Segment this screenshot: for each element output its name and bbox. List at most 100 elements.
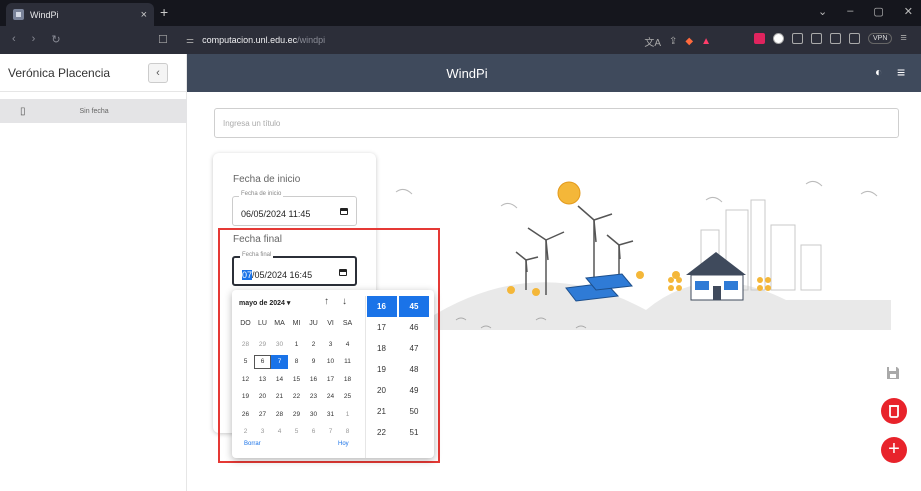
calendar-day[interactable]: 4 bbox=[271, 425, 288, 439]
calendar-day[interactable]: 15 bbox=[288, 373, 305, 387]
calendar-day[interactable]: 8 bbox=[339, 425, 356, 439]
theme-toggle-icon[interactable]: ◐ bbox=[875, 65, 882, 79]
minute-option[interactable]: 48 bbox=[399, 359, 429, 380]
calendar-day[interactable]: 4 bbox=[339, 338, 356, 352]
hour-option[interactable]: 21 bbox=[367, 401, 397, 422]
add-button[interactable]: + bbox=[881, 437, 907, 463]
minute-option[interactable]: 47 bbox=[399, 338, 429, 359]
calendar-day[interactable]: 30 bbox=[305, 408, 322, 422]
calendar-day[interactable]: 28 bbox=[237, 338, 254, 352]
hour-column: 16 17 18 19 20 21 22 bbox=[365, 296, 397, 458]
month-selector[interactable]: mayo de 2024 ▾ bbox=[239, 299, 290, 307]
extension-m-icon[interactable] bbox=[754, 32, 765, 44]
calendar-day[interactable]: 19 bbox=[237, 390, 254, 404]
calendar-icon[interactable] bbox=[340, 208, 348, 215]
calendar-day[interactable]: 11 bbox=[339, 355, 356, 369]
today-button[interactable]: Hoy bbox=[338, 441, 349, 447]
url-field[interactable]: ⚌ computacion.unl.edu.ec/windpi 文A ⇪ ◆ ▲ bbox=[180, 30, 725, 50]
calendar-day[interactable]: 1 bbox=[339, 408, 356, 422]
calendar-day[interactable]: 23 bbox=[305, 390, 322, 404]
calendar-day[interactable]: 10 bbox=[322, 355, 339, 369]
collapse-sidebar-button[interactable]: ‹ bbox=[148, 62, 168, 83]
extensions-icon[interactable] bbox=[811, 32, 822, 44]
browser-tab[interactable]: WindPi × bbox=[6, 3, 154, 26]
sidebar: Verónica Placencia ‹ ▯ Sin fecha bbox=[0, 54, 187, 491]
minimize-icon[interactable]: – bbox=[847, 5, 853, 18]
calendar-day[interactable]: 8 bbox=[288, 355, 305, 369]
calendar-day[interactable]: 7 bbox=[271, 355, 288, 370]
calendar-day[interactable]: 26 bbox=[237, 408, 254, 422]
hour-option[interactable]: 17 bbox=[367, 317, 397, 338]
minute-option[interactable]: 50 bbox=[399, 401, 429, 422]
calendar-day[interactable]: 7 bbox=[322, 425, 339, 439]
hour-option[interactable]: 22 bbox=[367, 422, 397, 443]
calendar-day[interactable]: 2 bbox=[305, 338, 322, 352]
calendar-day[interactable]: 18 bbox=[339, 373, 356, 387]
minute-option[interactable]: 45 bbox=[399, 296, 429, 317]
calendar-day[interactable]: 28 bbox=[271, 408, 288, 422]
start-date-field[interactable]: Fecha de inicio 06/05/2024 11:45 bbox=[232, 191, 357, 226]
calendar-day[interactable]: 16 bbox=[305, 373, 322, 387]
minute-option[interactable]: 46 bbox=[399, 317, 429, 338]
title-input[interactable] bbox=[214, 108, 899, 138]
site-settings-icon[interactable]: ⚌ bbox=[186, 35, 194, 46]
close-window-icon[interactable]: ✕ bbox=[904, 5, 913, 18]
calendar-day[interactable]: 5 bbox=[237, 355, 254, 369]
vpn-button[interactable]: VPN bbox=[868, 32, 893, 44]
calendar-day[interactable]: 6 bbox=[254, 355, 271, 370]
tab-close-icon[interactable]: × bbox=[141, 9, 147, 21]
calendar-day[interactable]: 6 bbox=[305, 425, 322, 439]
delete-button[interactable] bbox=[881, 398, 907, 424]
calendar-day[interactable]: 17 bbox=[322, 373, 339, 387]
save-icon[interactable] bbox=[885, 365, 901, 381]
calendar-day[interactable]: 24 bbox=[322, 390, 339, 404]
share-icon[interactable]: ⇪ bbox=[669, 36, 677, 47]
arrow-up-icon[interactable]: ↑ bbox=[324, 296, 329, 307]
forward-icon[interactable]: › bbox=[32, 33, 36, 46]
translate-icon[interactable]: 文A bbox=[644, 34, 661, 49]
extension-box-icon[interactable] bbox=[792, 32, 803, 44]
bookmark-icon: ▯ bbox=[20, 105, 26, 117]
hour-option[interactable]: 16 bbox=[366, 296, 397, 317]
wallet-icon[interactable] bbox=[849, 32, 860, 44]
sidebar-toggle-icon[interactable] bbox=[830, 32, 841, 44]
calendar-day[interactable]: 14 bbox=[271, 373, 288, 387]
sidebar-item-note[interactable]: ▯ Sin fecha bbox=[0, 99, 187, 123]
back-icon[interactable]: ‹ bbox=[12, 33, 16, 46]
calendar-day[interactable]: 20 bbox=[254, 390, 271, 404]
clear-button[interactable]: Borrar bbox=[244, 441, 261, 447]
minute-option[interactable]: 49 bbox=[399, 380, 429, 401]
calendar-day[interactable]: 9 bbox=[305, 355, 322, 369]
calendar-day[interactable]: 21 bbox=[271, 390, 288, 404]
calendar-day[interactable]: 3 bbox=[322, 338, 339, 352]
menu-icon[interactable]: ≡ bbox=[897, 64, 905, 80]
calendar-day[interactable]: 1 bbox=[288, 338, 305, 352]
calendar-day[interactable]: 2 bbox=[237, 425, 254, 439]
chevron-down-icon[interactable]: ⌄ bbox=[818, 5, 827, 18]
calendar-day[interactable]: 31 bbox=[322, 408, 339, 422]
sidebar-item-label: Sin fecha bbox=[79, 107, 109, 115]
extension-g-icon[interactable] bbox=[773, 32, 784, 44]
calendar-day[interactable]: 30 bbox=[271, 338, 288, 352]
calendar-day[interactable]: 22 bbox=[288, 390, 305, 404]
rewards-icon[interactable]: ▲ bbox=[701, 36, 711, 47]
calendar-day[interactable]: 27 bbox=[254, 408, 271, 422]
new-tab-icon[interactable]: + bbox=[160, 4, 168, 20]
calendar-day[interactable]: 13 bbox=[254, 373, 271, 387]
arrow-down-icon[interactable]: ↓ bbox=[342, 296, 347, 307]
calendar-day[interactable]: 12 bbox=[237, 373, 254, 387]
shield-icon[interactable]: ◆ bbox=[685, 36, 693, 47]
calendar-day[interactable]: 3 bbox=[254, 425, 271, 439]
browser-menu-icon[interactable]: ≡ bbox=[900, 32, 906, 44]
minute-option[interactable]: 51 bbox=[399, 422, 429, 443]
hour-option[interactable]: 20 bbox=[367, 380, 397, 401]
calendar-day[interactable]: 29 bbox=[288, 408, 305, 422]
calendar-day[interactable]: 25 bbox=[339, 390, 356, 404]
calendar-day[interactable]: 29 bbox=[254, 338, 271, 352]
hour-option[interactable]: 18 bbox=[367, 338, 397, 359]
bookmark-page-icon[interactable]: ☐ bbox=[158, 33, 168, 46]
hour-option[interactable]: 19 bbox=[367, 359, 397, 380]
calendar-day[interactable]: 5 bbox=[288, 425, 305, 439]
reload-icon[interactable]: ↻ bbox=[51, 33, 60, 46]
maximize-icon[interactable]: ▢ bbox=[873, 5, 883, 18]
